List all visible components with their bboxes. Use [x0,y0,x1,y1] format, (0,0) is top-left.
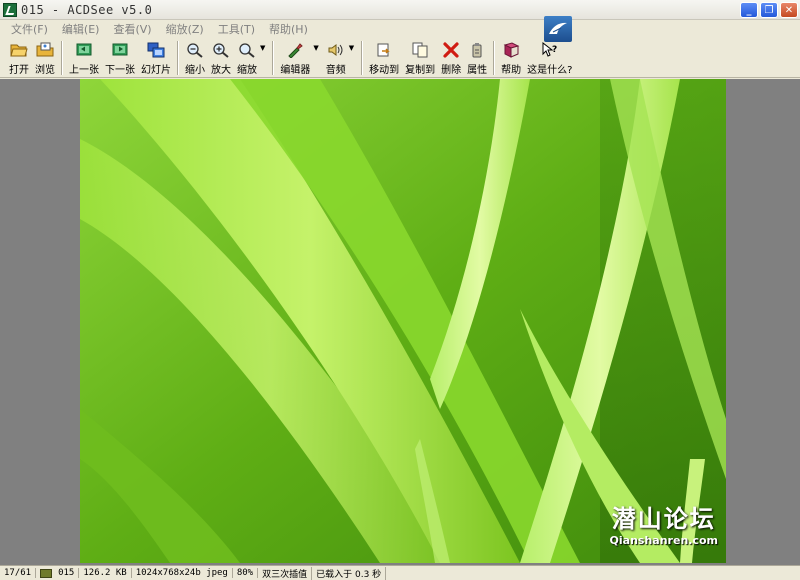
zoom-button[interactable]: 缩放 [234,38,260,76]
status-dimensions: 1024x768x24b jpeg [132,568,233,578]
copy-to-button[interactable]: 复制到 [402,38,438,76]
image-viewer[interactable]: 潜山论坛 Qianshanren.com [0,79,800,565]
editor-button[interactable]: 编辑器 [277,38,313,76]
whats-this-button[interactable]: ? 这是什么? [524,38,575,76]
move-to-button[interactable]: 移动到 [366,38,402,76]
slideshow-label: 幻灯片 [141,65,171,76]
acdsee-logo-icon [544,16,572,42]
previous-image-icon [75,41,93,59]
delete-x-icon [442,41,460,59]
menu-file[interactable]: 文件(F) [4,21,55,37]
toolbar-separator [61,41,63,75]
slideshow-button[interactable]: 幻灯片 [138,38,174,76]
window-title: 015 - ACDSee v5.0 [21,2,153,17]
whats-this-label: 这是什么? [527,65,573,76]
open-label: 打开 [9,65,29,76]
previous-image-label: 上一张 [69,65,99,76]
status-image-index: 17/61 [0,568,37,578]
copy-to-label: 复制到 [405,65,436,76]
browse-folder-icon [36,41,54,59]
zoom-label: 缩放 [237,65,257,76]
menu-tools[interactable]: 工具(T) [211,21,262,37]
status-file-name: 015 [54,568,80,578]
properties-label: 属性 [467,65,488,76]
help-label: 帮助 [501,65,522,76]
slideshow-icon [147,41,165,59]
browse-label: 浏览 [35,65,55,76]
help-book-icon [502,41,520,59]
toolbar-separator [361,41,364,75]
speaker-icon [327,41,345,59]
editor-dropdown-arrow-icon[interactable]: ▼ [313,44,318,52]
delete-button[interactable]: 删除 [438,38,464,76]
next-image-icon [111,41,129,59]
close-button[interactable]: ✕ [780,2,798,18]
open-button[interactable]: 打开 [6,38,32,76]
acdsee-app-icon[interactable] [3,2,17,17]
help-button[interactable]: 帮助 [498,38,524,76]
toolbar-separator [272,41,275,75]
menu-help[interactable]: 帮助(H) [262,21,315,37]
folder-open-icon [10,41,28,59]
watermark-title: 潜山论坛 [611,504,716,533]
zoom-in-label: 放大 [211,65,231,76]
next-image-label: 下一张 [105,65,135,76]
browse-button[interactable]: 浏览 [32,38,58,76]
zoom-out-icon [186,41,204,59]
audio-button[interactable]: 音频 [323,38,349,76]
site-watermark: 潜山论坛 Qianshanren.com [610,499,718,547]
svg-text:?: ? [552,45,557,55]
properties-icon [468,41,486,59]
minimize-button[interactable]: _ [740,2,758,18]
toolbar-separator [493,41,496,75]
image-file-icon [40,568,53,578]
status-interpolation: 双三次插值 [258,566,313,580]
status-load-time: 已载入于 0.3 秒 [312,566,387,580]
editor-brush-icon [286,41,304,59]
audio-label: 音频 [325,65,346,76]
properties-button[interactable]: 属性 [464,38,490,76]
title-bar: 015 - ACDSee v5.0 _ ❐ ✕ [0,0,800,20]
menu-bar: 文件(F) 编辑(E) 查看(V) 缩放(Z) 工具(T) 帮助(H) [0,20,800,38]
displayed-photo-grass: 潜山论坛 Qianshanren.com [80,79,726,563]
status-bar: 17/61 015 126.2 KB 1024x768x24b jpeg 80%… [0,565,800,580]
status-file-size: 126.2 KB [79,568,132,578]
zoom-out-button[interactable]: 缩小 [182,38,208,76]
whats-this-cursor-icon: ? [541,41,559,59]
watermark-url: Qianshanren.com [609,534,718,547]
menu-edit[interactable]: 编辑(E) [55,21,107,37]
move-to-label: 移动到 [369,65,400,76]
zoom-out-label: 缩小 [185,65,205,76]
menu-view[interactable]: 查看(V) [106,21,158,37]
move-to-icon [375,41,393,59]
zoom-in-button[interactable]: 放大 [208,38,234,76]
zoom-in-icon [212,41,230,59]
delete-label: 删除 [441,65,462,76]
toolbar-separator [177,41,179,75]
audio-dropdown-arrow-icon[interactable]: ▼ [349,44,354,52]
next-image-button[interactable]: 下一张 [102,38,138,76]
toolbar: 打开 浏览 上一张 下一张 幻灯片 缩小 放大 缩放 ▼ 编辑器 ▼ 音频 ▼ … [0,38,800,78]
previous-image-button[interactable]: 上一张 [66,38,102,76]
editor-label: 编辑器 [280,65,311,76]
zoom-icon [238,41,256,59]
zoom-dropdown-arrow-icon[interactable]: ▼ [260,44,265,52]
menu-zoom[interactable]: 缩放(Z) [159,21,211,37]
copy-to-icon [411,41,429,59]
status-zoom: 80% [233,568,259,578]
restore-button[interactable]: ❐ [760,2,778,18]
window-controls: _ ❐ ✕ [740,2,798,18]
